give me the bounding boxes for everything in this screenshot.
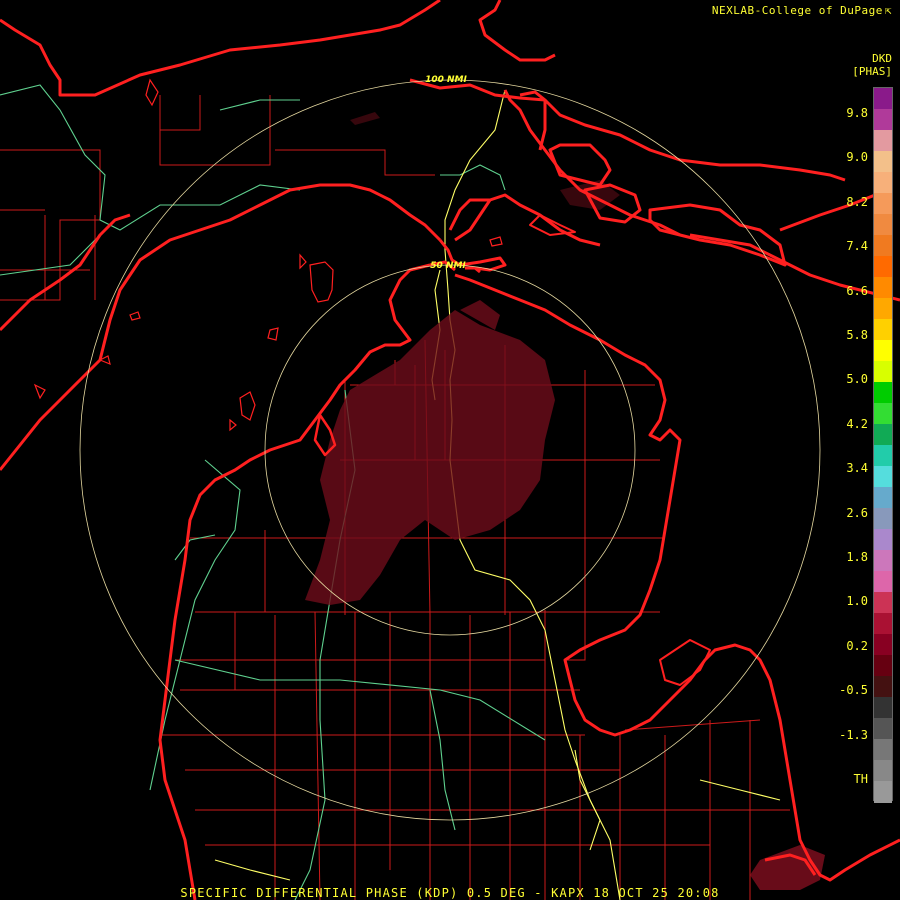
- color-swatch: [874, 592, 892, 614]
- scale-tick-label: 3.4: [846, 461, 868, 476]
- color-swatch: [874, 508, 892, 530]
- color-swatch: [874, 655, 892, 677]
- scale-tick-label: 1.0: [846, 594, 868, 609]
- color-swatch: [874, 697, 892, 719]
- color-swatch: [874, 319, 892, 341]
- color-swatch: [874, 88, 892, 110]
- color-swatch: [874, 109, 892, 131]
- credit-text: NEXLAB-College of DuPage: [711, 4, 883, 17]
- color-swatch: [874, 130, 892, 152]
- color-swatch: [874, 214, 892, 236]
- color-swatch: [874, 613, 892, 635]
- color-swatch: [874, 718, 892, 740]
- scale-tick-label: 0.2: [846, 638, 868, 653]
- color-swatch: [874, 487, 892, 509]
- scale-tick-label: 5.8: [846, 328, 868, 342]
- color-swatch: [874, 571, 892, 593]
- color-swatch: [874, 550, 892, 572]
- color-swatch: [874, 445, 892, 467]
- credit-label: NEXLAB-College of DuPage ⇱: [712, 4, 892, 17]
- color-swatch: [874, 739, 892, 761]
- color-swatch: [874, 466, 892, 488]
- color-swatch: [874, 760, 892, 782]
- scale-tick-label: 1.8: [846, 550, 868, 564]
- scale-tick-label: 9.8: [846, 106, 868, 120]
- color-swatch: [874, 361, 892, 383]
- corner-arrow-icon: ⇱: [884, 4, 892, 17]
- color-swatch: [874, 277, 892, 299]
- color-swatch: [874, 298, 892, 320]
- legend-header: DKD [PHAS]: [852, 52, 892, 78]
- color-swatch: [874, 382, 892, 404]
- color-scale-bar: [873, 87, 893, 803]
- scale-tick-label: 9.0: [846, 150, 868, 165]
- scale-tick-label: 8.2: [846, 194, 868, 209]
- color-swatch: [874, 340, 892, 362]
- scale-tick-label: -1.3: [839, 727, 868, 742]
- color-swatch: [874, 781, 892, 803]
- color-swatch: [874, 676, 892, 698]
- scale-tick-label: 7.4: [846, 239, 868, 254]
- radar-map: 100 NMI 50 NMI: [0, 0, 900, 900]
- scale-tick-label: 6.6: [846, 283, 868, 298]
- scale-tick-label: TH: [853, 772, 868, 786]
- color-swatch: [874, 403, 892, 425]
- legend-units: [PHAS]: [852, 65, 892, 78]
- ring-label-100: 100 NMI: [425, 75, 467, 85]
- color-swatch: [874, 172, 892, 194]
- scale-tick-label: -0.5: [839, 683, 868, 698]
- scale-tick-label: 4.2: [846, 416, 868, 431]
- product-caption: SPECIFIC DIFFERENTIAL PHASE (KDP) 0.5 DE…: [180, 886, 720, 900]
- color-swatch: [874, 424, 892, 446]
- color-swatch: [874, 634, 892, 656]
- scale-tick-label: 5.0: [846, 372, 868, 387]
- color-swatch: [874, 529, 892, 551]
- color-swatch: [874, 151, 892, 173]
- scale-tick-label: 2.6: [846, 505, 868, 520]
- ring-label-50: 50 NMI: [430, 261, 466, 271]
- color-swatch: [874, 235, 892, 257]
- color-swatch: [874, 193, 892, 215]
- legend-product: DKD: [872, 52, 892, 65]
- color-swatch: [874, 256, 892, 278]
